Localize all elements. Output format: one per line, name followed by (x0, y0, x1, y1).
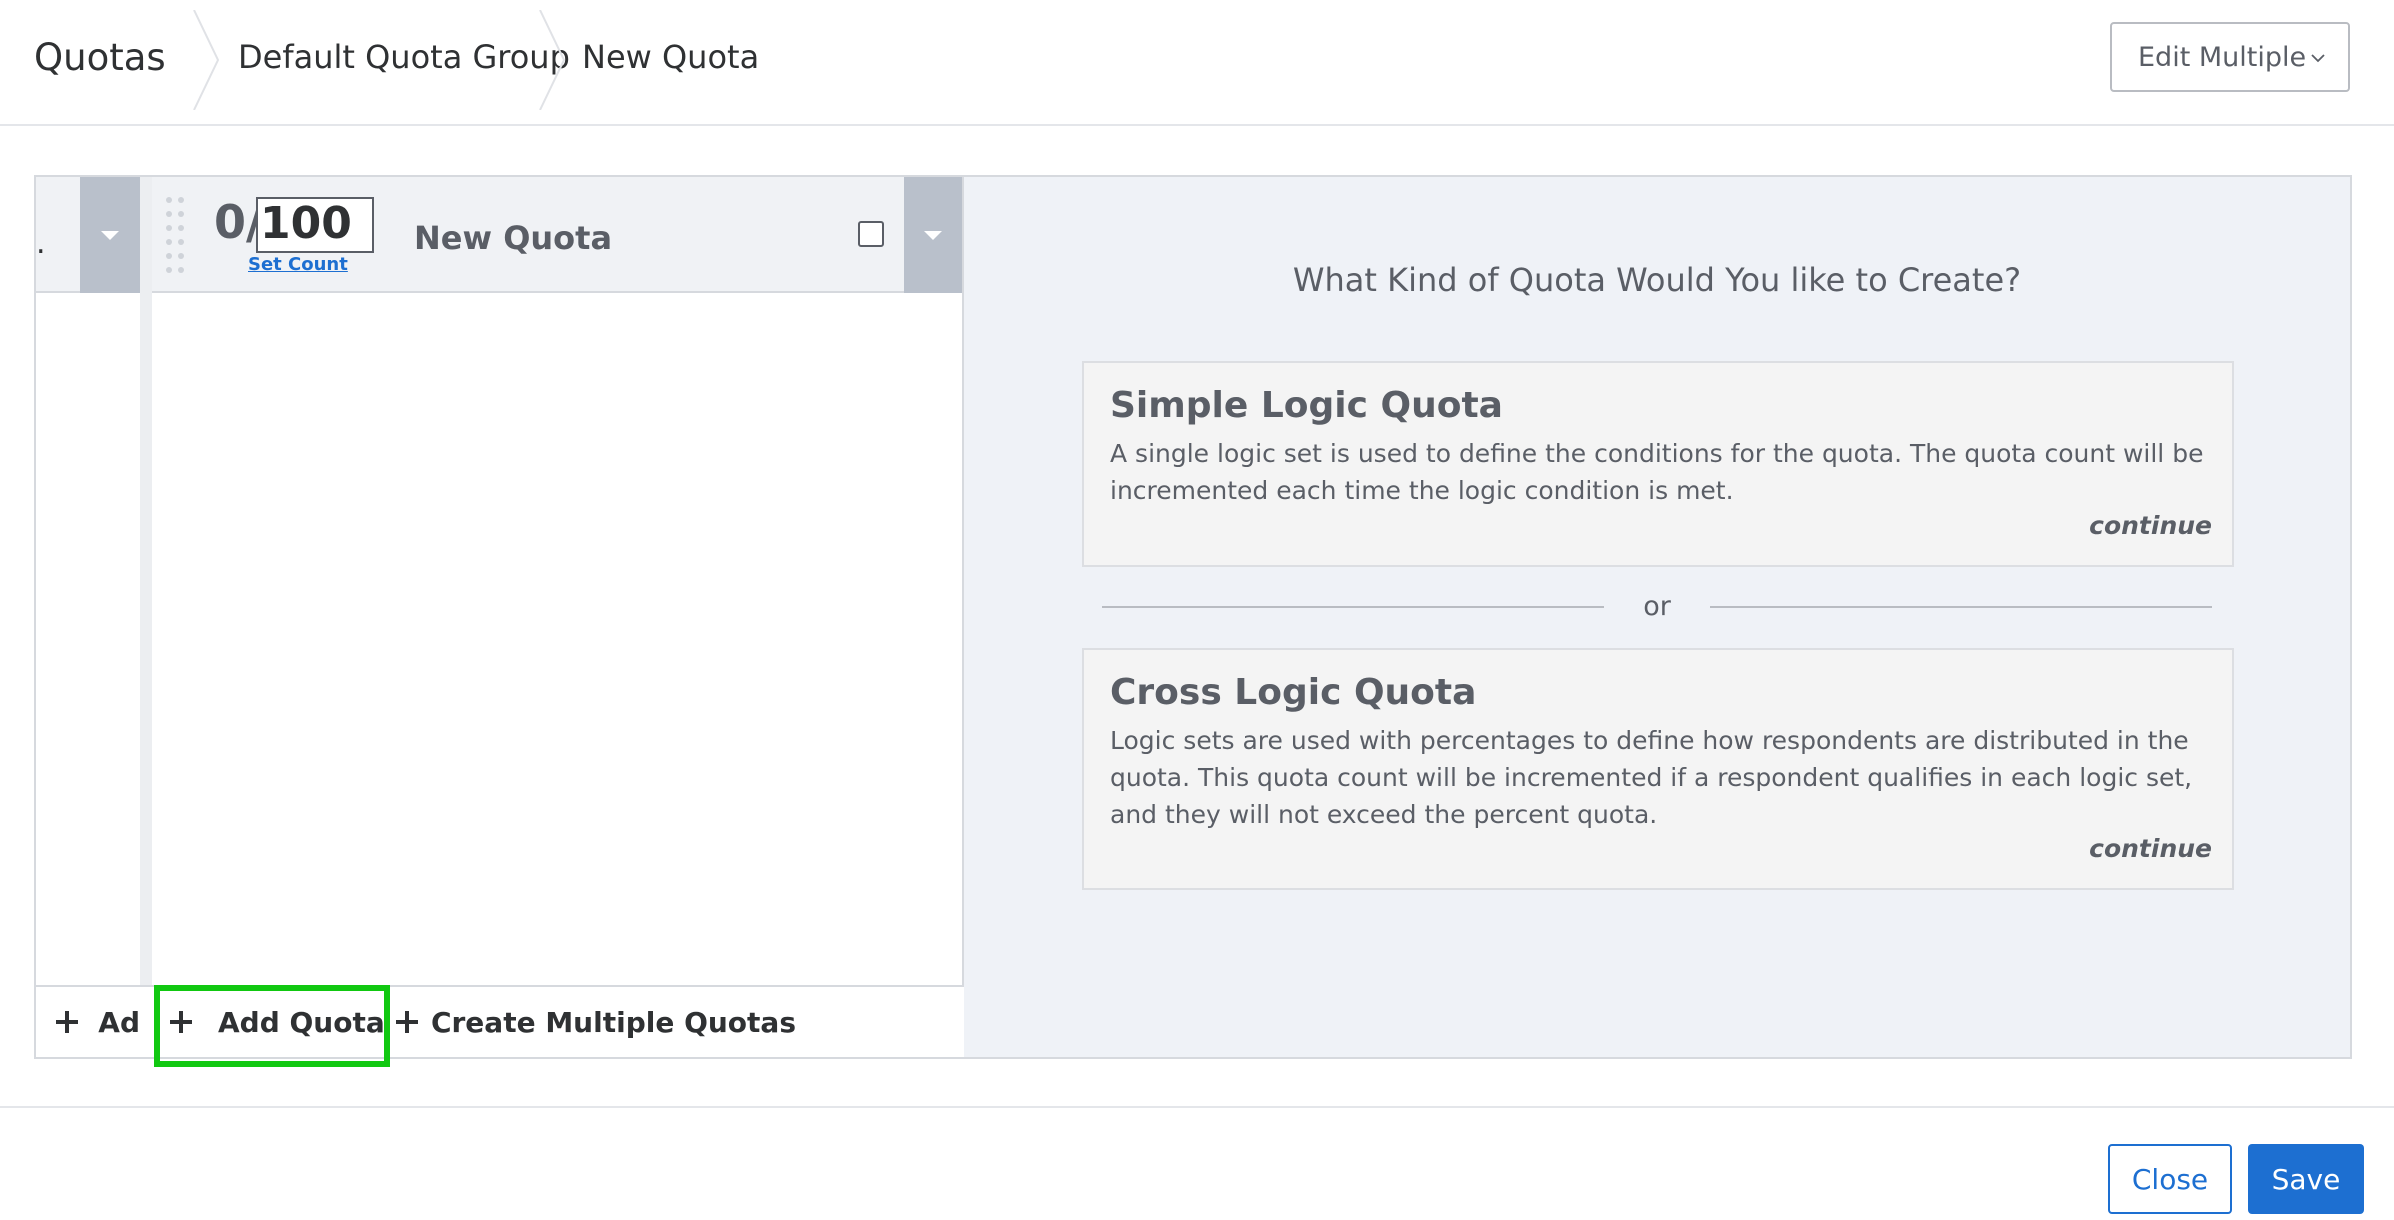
drag-handle-icon[interactable] (166, 195, 186, 275)
plus-icon (396, 1011, 418, 1033)
previous-quota-truncated-text: . (36, 226, 46, 261)
create-multiple-quotas-label: Create Multiple Quotas (430, 1005, 796, 1039)
continue-link[interactable]: continue (2089, 834, 2212, 863)
breadcrumb-quotas[interactable]: Quotas (34, 36, 166, 79)
quota-select-checkbox[interactable] (858, 221, 884, 247)
option-title: Simple Logic Quota (1110, 385, 1503, 426)
add-quota-label: Add Quota (218, 1005, 385, 1039)
quota-card-header: 0/ 100 Set Count New Quota (152, 177, 962, 293)
separator-line (1710, 606, 2212, 608)
breadcrumb-separator-icon (193, 10, 220, 110)
option-description: A single logic set is used to define the… (1110, 439, 2204, 505)
page-header: Quotas Default Quota Group New Quota Edi… (0, 0, 2394, 126)
breadcrumb-current: New Quota (582, 38, 760, 76)
simple-logic-quota-option[interactable]: Simple Logic Quota A single logic set is… (1082, 361, 2234, 567)
add-quota-button[interactable]: Add Quota (154, 987, 396, 1057)
quota-limit-input[interactable]: 100 (256, 197, 374, 253)
column-divider (140, 177, 152, 985)
option-description: Logic sets are used with percentages to … (1110, 726, 2193, 829)
save-button[interactable]: Save (2248, 1144, 2364, 1214)
breadcrumb-quota-group[interactable]: Default Quota Group (238, 38, 570, 76)
quota-type-chooser: What Kind of Quota Would You like to Cre… (964, 177, 2350, 1057)
breadcrumb-separator-icon (539, 10, 566, 110)
separator-line (1102, 606, 1604, 608)
previous-quota-column: . (36, 177, 140, 1057)
dropdown-caret-icon (101, 231, 119, 240)
continue-link[interactable]: continue (2089, 511, 2212, 540)
option-title: Cross Logic Quota (1110, 672, 1477, 713)
quota-name[interactable]: New Quota (414, 219, 612, 257)
quota-editor-panel: . 0/ 100 Set Count New Quota Ad Add Quot… (34, 175, 2352, 1067)
cross-logic-quota-option[interactable]: Cross Logic Quota Logic sets are used wi… (1082, 648, 2234, 890)
set-count-link[interactable]: Set Count (248, 254, 348, 275)
dropdown-caret-icon (924, 231, 942, 240)
add-button-truncated-label: Ad (98, 1005, 140, 1039)
separator-or: or (1643, 591, 1671, 622)
plus-icon (170, 1011, 192, 1033)
footer-divider (0, 1106, 2394, 1108)
quota-options-dropdown[interactable] (904, 177, 962, 293)
close-button[interactable]: Close (2108, 1144, 2232, 1214)
plus-icon (56, 1011, 79, 1033)
previous-quota-dropdown[interactable] (80, 177, 140, 293)
edit-multiple-dropdown[interactable]: Edit Multiple (2110, 22, 2350, 92)
previous-quota-header: . (36, 177, 140, 293)
chooser-prompt: What Kind of Quota Would You like to Cre… (1292, 261, 2022, 299)
add-button-truncated[interactable]: Ad (56, 987, 140, 1057)
chevron-down-icon (2311, 54, 2325, 63)
quota-list-footer: Ad Add Quota Create Multiple Quotas (36, 985, 964, 1067)
quota-column: 0/ 100 Set Count New Quota (152, 177, 964, 1057)
edit-multiple-label: Edit Multiple (2138, 41, 2307, 73)
create-multiple-quotas-button[interactable]: Create Multiple Quotas (396, 987, 796, 1057)
